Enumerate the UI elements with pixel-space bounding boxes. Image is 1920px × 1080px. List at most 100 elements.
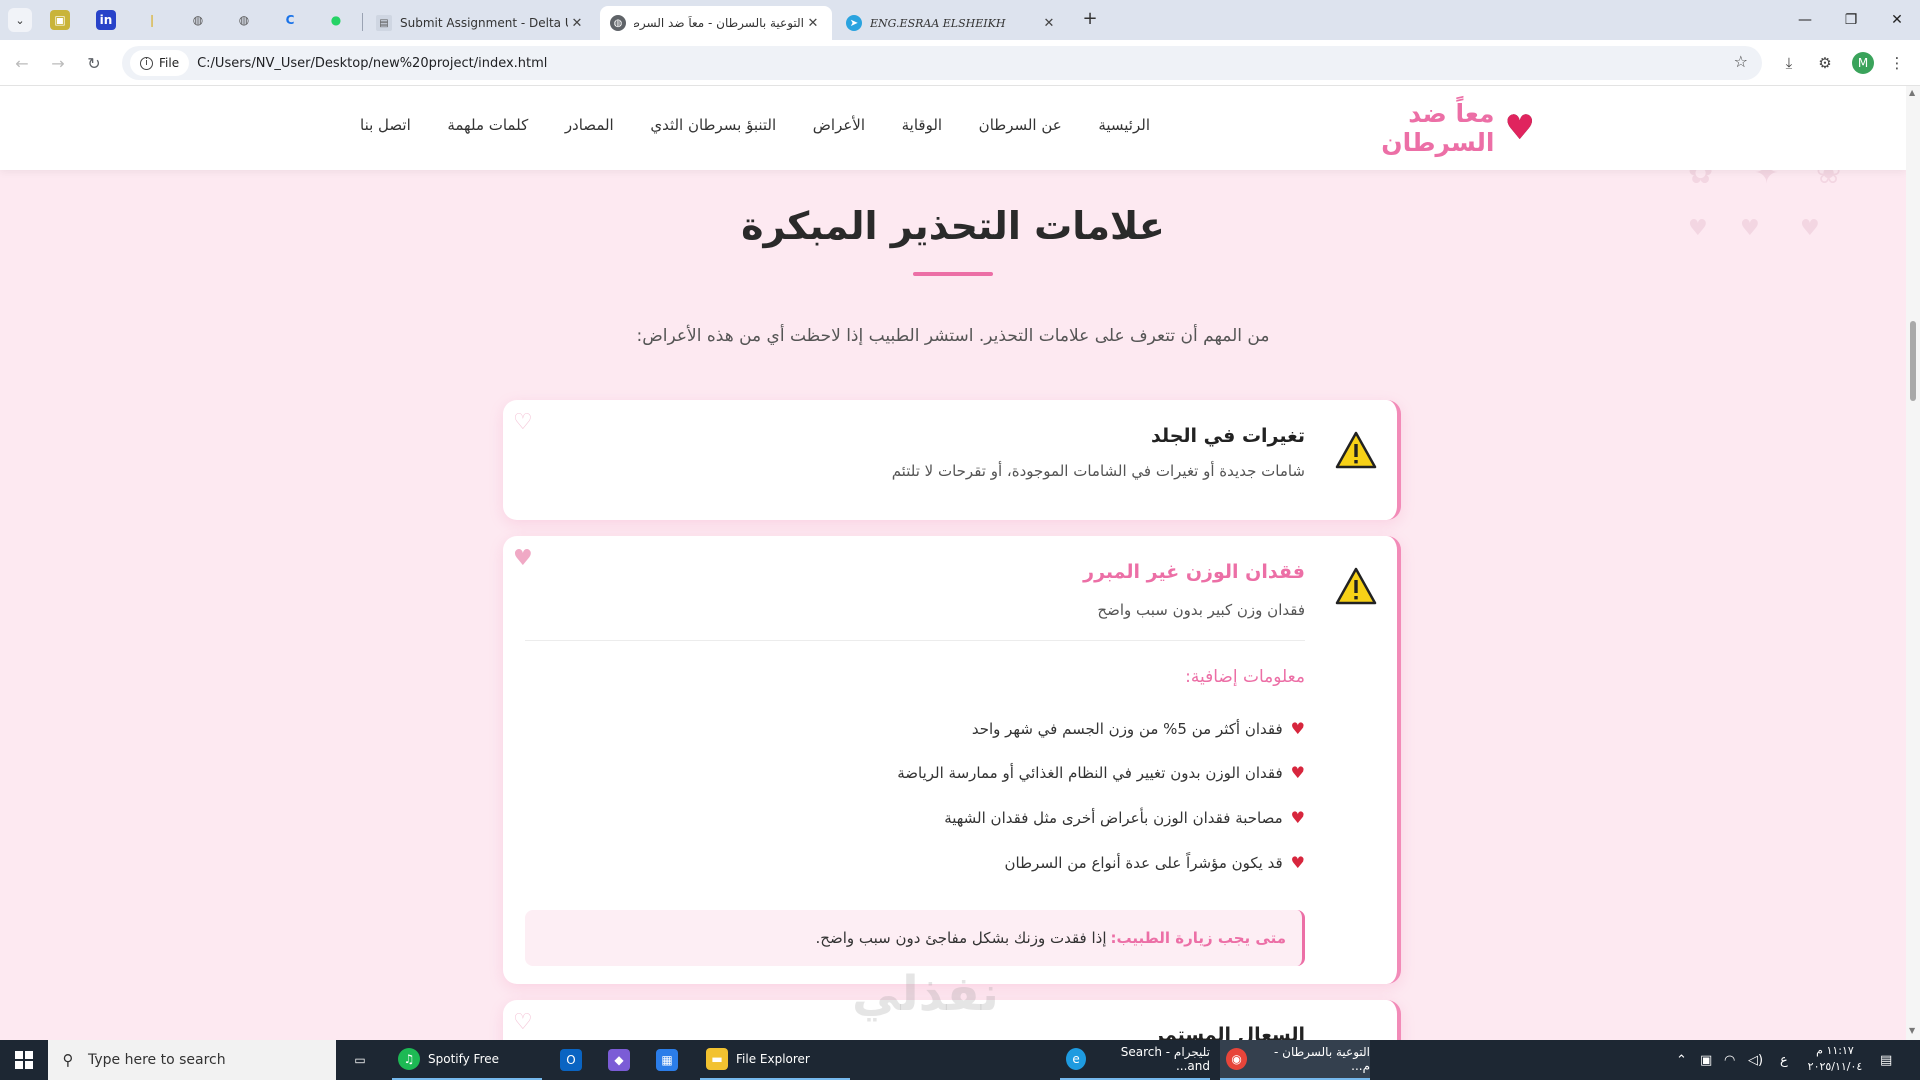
scrollbar-thumb[interactable] (1910, 321, 1916, 401)
heart-bullet-icon: ♥ (1290, 763, 1305, 782)
heart-bullet-icon: ♥ (1290, 853, 1305, 872)
heart-icon: ♡ (513, 410, 533, 435)
site-info-chip[interactable]: i File (130, 50, 190, 76)
star-icon[interactable]: ☆ (1734, 52, 1748, 71)
taskbar-app-outlook[interactable]: O (560, 1040, 590, 1080)
taskbar-app-chrome[interactable]: ◉ التوعية بالسرطان - م... (1220, 1040, 1370, 1080)
heart-bullet-icon: ♥ (1290, 808, 1305, 827)
search-icon: ⚲ (62, 1051, 74, 1069)
warning-card-weight-loss[interactable]: فقدان الوزن غير المبرر فقدان وزن كبير بد… (503, 536, 1401, 984)
list-item: ♥ قد يكون مؤشراً على عدة أنواع من السرطا… (1004, 853, 1305, 872)
pinned-tab-5[interactable]: ◍ (234, 10, 254, 30)
url-text[interactable]: C:/Users/NV_User/Desktop/new%20project/i… (197, 56, 547, 71)
nav-symptoms[interactable]: الأعراض (813, 116, 865, 144)
more-info-title: معلومات إضافية: (1185, 667, 1305, 687)
reload-button[interactable]: ↻ (82, 52, 106, 76)
taskbar-app-store[interactable]: ▦ (656, 1040, 686, 1080)
heart-icon: ♡ (513, 1010, 533, 1035)
address-bar[interactable]: i File C:/Users/NV_User/Desktop/new%20pr… (122, 46, 1762, 80)
main-nav: الرئيسية عن السرطان الوقاية الأعراض التن… (360, 116, 1150, 144)
nav-resources[interactable]: المصادر (565, 116, 614, 144)
doctor-visit-label: متى يجب زيارة الطبيب: (1110, 929, 1286, 947)
list-item: ♥ فقدان الوزن بدون تغيير في النظام الغذا… (897, 763, 1305, 782)
restore-button[interactable]: ❐ (1828, 8, 1874, 32)
section-subtitle: من المهم أن تتعرف على علامات التحذير. اس… (636, 326, 1270, 346)
taskbar-search-input[interactable]: ⚲ Type here to search (48, 1040, 336, 1080)
nav-contact[interactable]: اتصل بنا (360, 116, 411, 144)
volume-icon[interactable]: ◁) (1748, 1040, 1763, 1080)
notifications-icon[interactable]: ▤ (1880, 1040, 1892, 1080)
telegram-icon: ➤ (846, 15, 862, 31)
tab-telegram[interactable]: ➤ ENG.ESRAA ELSHEIKH ✕ (836, 6, 1068, 40)
new-tab-button[interactable]: + (1080, 10, 1100, 30)
browser-toolbar: ← → ↻ i File C:/Users/NV_User/Desktop/ne… (0, 40, 1920, 86)
warning-card-skin[interactable]: تغيرات في الجلد شامات جديدة أو تغيرات في… (503, 400, 1401, 520)
doctor-visit-note: متى يجب زيارة الطبيب: إذا فقدت وزنك بشكل… (525, 910, 1305, 966)
tray-chevron-icon[interactable]: ⌃ (1676, 1040, 1687, 1080)
store-icon: ▦ (656, 1049, 678, 1071)
pinned-tab-1[interactable]: ▣ (50, 10, 70, 30)
pinned-tab-3[interactable]: ❘ (142, 10, 162, 30)
tab-submit-assignment[interactable]: ▤ Submit Assignment - Delta Univ ✕ (366, 6, 596, 40)
pinned-tab-6[interactable]: C (280, 10, 300, 30)
close-tab-icon[interactable]: ✕ (568, 16, 586, 31)
wifi-icon[interactable]: ◠ (1724, 1040, 1735, 1080)
close-window-button[interactable]: ✕ (1874, 8, 1920, 32)
outlook-icon: O (560, 1049, 582, 1071)
windows-taskbar: ⚲ Type here to search ▭ ♫ Spotify Free O… (0, 1040, 1920, 1080)
close-tab-icon[interactable]: ✕ (804, 16, 822, 31)
input-language[interactable]: ع (1780, 1040, 1788, 1080)
nav-inspiring-words[interactable]: كلمات ملهمة (447, 116, 528, 144)
tab-separator (362, 13, 363, 31)
windows-start-icon[interactable] (0, 1040, 48, 1080)
doctor-visit-text: إذا فقدت وزنك بشكل مفاجئ دون سبب واضح. (815, 929, 1107, 947)
edge-icon: e (1066, 1048, 1087, 1070)
copilot-icon: ◆ (608, 1049, 630, 1071)
info-icon: i (140, 56, 153, 70)
nav-home[interactable]: الرئيسية (1098, 116, 1150, 144)
download-icon[interactable]: ⤓ (1778, 52, 1800, 74)
tab-cancer-awareness[interactable]: ◍ التوعية بالسرطان - معاً ضد السرطان ✕ (600, 6, 832, 40)
extensions-icon[interactable]: ⚙ (1814, 52, 1836, 74)
spotify-icon: ♫ (398, 1048, 420, 1070)
close-tab-icon[interactable]: ✕ (1040, 16, 1058, 31)
warning-icon (1335, 567, 1377, 605)
document-icon: ▤ (376, 15, 392, 31)
page-scrollbar[interactable]: ▲ ▼ (1906, 86, 1920, 1040)
taskbar-app-file-explorer[interactable]: ▬ File Explorer (700, 1040, 850, 1080)
heart-icon: ♥ (513, 546, 533, 571)
pinned-tab-4[interactable]: ◍ (188, 10, 208, 30)
tray-meet-icon[interactable]: ▣ (1700, 1040, 1712, 1080)
page-viewport: ✿ ✦ ❀ ♥ ♥ ♥ ♥ معاً ضد السرطان الرئيسية ع… (0, 86, 1906, 1040)
tab-search-dropdown-icon[interactable]: ⌄ (8, 8, 32, 32)
nav-about-cancer[interactable]: عن السرطان (979, 116, 1062, 144)
taskbar-clock[interactable]: ١١:١٧ م ٢٠٢٥/١١/٠٤ (1800, 1043, 1870, 1075)
back-button[interactable]: ← (10, 52, 34, 76)
forward-button[interactable]: → (46, 52, 70, 76)
watermark-logo: نفذلي (852, 966, 999, 1022)
minimize-button[interactable]: — (1782, 8, 1828, 32)
pinned-tab-whatsapp[interactable]: ● (326, 10, 346, 30)
folder-icon: ▬ (706, 1048, 728, 1070)
title-underline (913, 272, 993, 276)
taskbar-app-edge[interactable]: e تليجرام - Search and... (1060, 1040, 1210, 1080)
menu-kebab-icon[interactable]: ⋮ (1886, 52, 1908, 74)
card-title: تغيرات في الجلد (1150, 425, 1305, 447)
list-item: ♥ مصاحبة فقدان الوزن بأعراض أخرى مثل فقد… (944, 808, 1305, 827)
card-title: السعال المستمر (1153, 1024, 1305, 1040)
taskbar-app-spotify[interactable]: ♫ Spotify Free (392, 1040, 542, 1080)
nav-breast-cancer-prediction[interactable]: التنبؤ بسرطان الثدي (650, 116, 776, 144)
task-view-icon[interactable]: ▭ (348, 1040, 372, 1080)
nav-prevention[interactable]: الوقاية (902, 116, 942, 144)
pinned-tab-2[interactable]: in (96, 10, 116, 30)
card-title: فقدان الوزن غير المبرر (1083, 561, 1305, 583)
profile-avatar[interactable]: M (1852, 52, 1874, 74)
list-item: ♥ فقدان أكثر من 5% من وزن الجسم في شهر و… (971, 719, 1305, 738)
chrome-icon: ◉ (1226, 1048, 1248, 1070)
site-logo[interactable]: ♥ معاً ضد السرطان (1305, 99, 1535, 157)
taskbar-app-copilot[interactable]: ◆ (608, 1040, 638, 1080)
scroll-down-icon[interactable]: ▼ (1909, 1026, 1917, 1035)
scroll-up-icon[interactable]: ▲ (1909, 88, 1917, 97)
card-description: شامات جديدة أو تغيرات في الشامات الموجود… (891, 462, 1305, 480)
heart-logo-icon: ♥ (1504, 108, 1535, 148)
